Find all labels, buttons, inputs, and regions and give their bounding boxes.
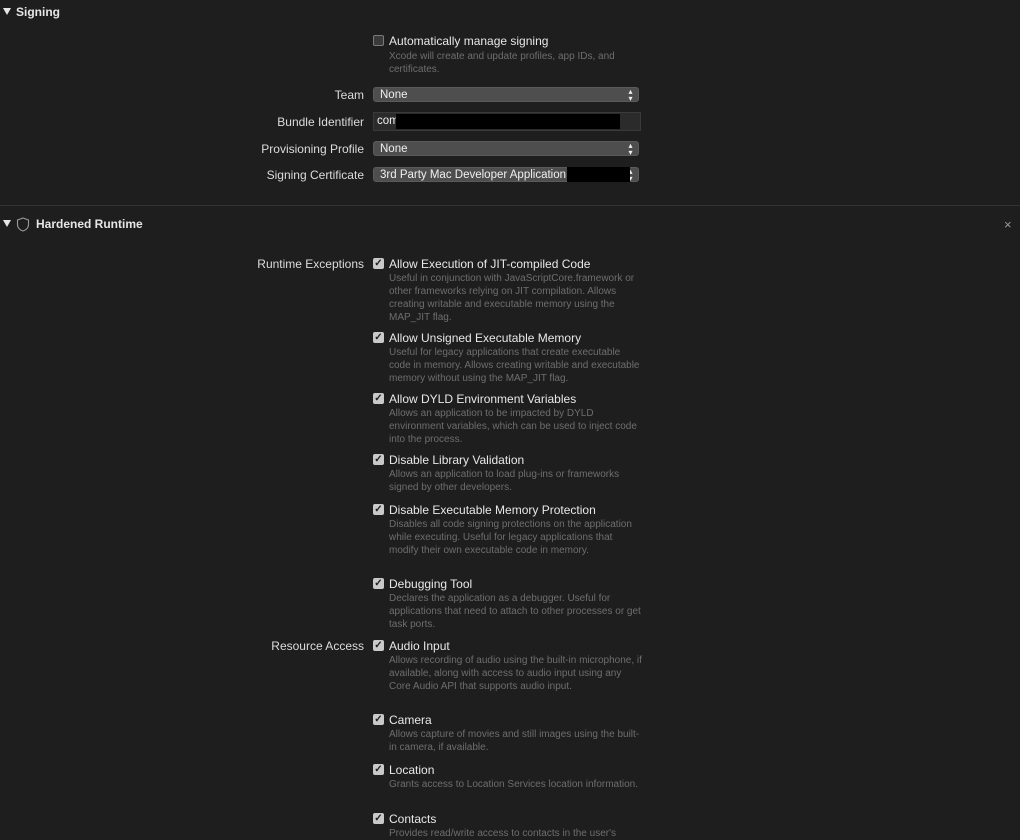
- resource-access-label: Resource Access: [271, 639, 364, 653]
- option-checkbox[interactable]: ✓: [373, 258, 384, 269]
- runtime-exceptions-label: Runtime Exceptions: [257, 257, 364, 271]
- auto-manage-signing-checkbox[interactable]: [373, 35, 384, 46]
- option-title: Disable Executable Memory Protection: [389, 503, 596, 517]
- option-description: Allows capture of movies and still image…: [389, 729, 640, 753]
- option-title: Location: [389, 763, 435, 777]
- bundle-identifier-redaction: [396, 114, 620, 129]
- option-title: Disable Library Validation: [389, 453, 525, 467]
- popup-chevron-icon: ▴ ▾: [628, 87, 633, 103]
- option-description: Provides read/write access to contacts i…: [389, 828, 617, 839]
- option-checkbox[interactable]: ✓: [373, 640, 384, 651]
- option-description: Allows an application to be impacted by …: [389, 408, 637, 445]
- option-description: Allows an application to load plug-ins o…: [389, 469, 620, 493]
- option-title: Allow Execution of JIT-compiled Code: [389, 257, 591, 271]
- team-label: Team: [334, 88, 364, 102]
- popup-chevron-icon: ▴ ▾: [628, 141, 633, 157]
- team-popup-value: None: [380, 89, 408, 101]
- team-popup[interactable]: None ▴ ▾: [373, 87, 639, 103]
- option-description: Declares the application as a debugger. …: [389, 593, 641, 630]
- option-title: Contacts: [389, 812, 437, 826]
- option-checkbox[interactable]: ✓: [373, 332, 384, 343]
- signing-disclosure-triangle[interactable]: [3, 8, 11, 15]
- option-checkbox[interactable]: ✓: [373, 393, 384, 404]
- option-description: Grants access to Location Services locat…: [389, 779, 639, 790]
- hardened-runtime-section-title: Hardened Runtime: [36, 217, 143, 231]
- option-checkbox[interactable]: ✓: [373, 454, 384, 465]
- shield-icon: [16, 217, 30, 232]
- option-title: Camera: [389, 713, 432, 727]
- section-divider: [0, 205, 1020, 206]
- option-description: Disables all code signing protections on…: [389, 519, 632, 556]
- auto-manage-signing-description: Xcode will create and update profiles, a…: [389, 51, 615, 75]
- option-title: Audio Input: [389, 639, 450, 653]
- option-description: Allows recording of audio using the buil…: [389, 655, 642, 692]
- provisioning-profile-popup[interactable]: None ▴ ▾: [373, 141, 639, 157]
- signing-certificate-value: 3rd Party Mac Developer Application: [380, 169, 567, 181]
- signing-certificate-label: Signing Certificate: [266, 168, 364, 182]
- provisioning-profile-value: None: [380, 143, 408, 155]
- option-checkbox[interactable]: ✓: [373, 578, 384, 589]
- option-description: Useful in conjunction with JavaScriptCor…: [389, 273, 635, 323]
- option-description: Useful for legacy applications that crea…: [389, 347, 640, 384]
- signing-section-title: Signing: [16, 5, 60, 19]
- bundle-identifier-label: Bundle Identifier: [277, 115, 364, 129]
- option-title: Allow DYLD Environment Variables: [389, 392, 577, 406]
- option-checkbox[interactable]: ✓: [373, 764, 384, 775]
- option-checkbox[interactable]: ✓: [373, 504, 384, 515]
- option-title: Allow Unsigned Executable Memory: [389, 331, 582, 345]
- option-title: Debugging Tool: [389, 577, 473, 591]
- remove-capability-close-icon[interactable]: ×: [1004, 217, 1012, 232]
- option-checkbox[interactable]: ✓: [373, 813, 384, 824]
- provisioning-profile-label: Provisioning Profile: [261, 142, 364, 156]
- hardened-runtime-disclosure-triangle[interactable]: [3, 220, 11, 227]
- auto-manage-signing-label: Automatically manage signing: [389, 34, 549, 48]
- option-checkbox[interactable]: ✓: [373, 714, 384, 725]
- signing-certificate-redaction: [567, 167, 630, 182]
